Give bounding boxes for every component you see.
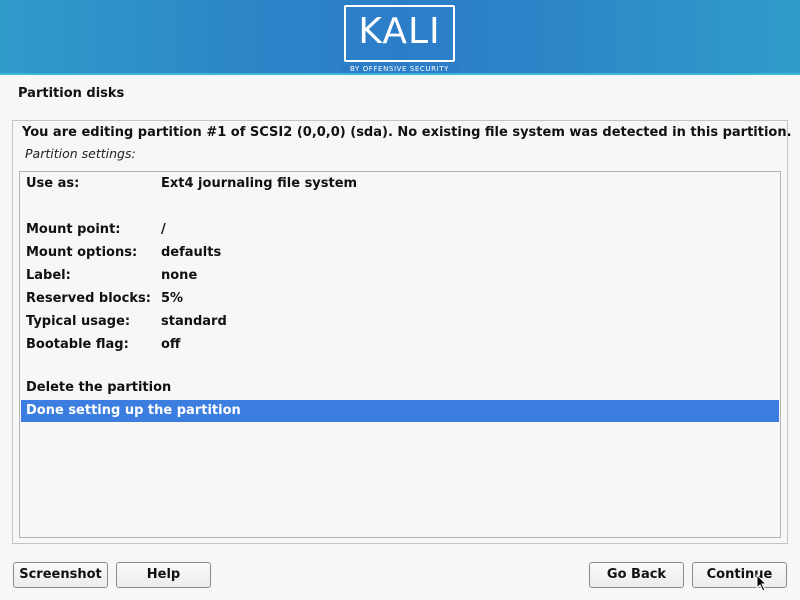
logo-text: KALI xyxy=(358,11,441,52)
setting-value: / xyxy=(161,222,166,237)
screenshot-button[interactable]: Screenshot xyxy=(13,562,108,588)
mouse-pointer-icon xyxy=(756,574,768,592)
setting-value: off xyxy=(161,337,181,352)
setting-value: standard xyxy=(161,314,227,329)
list-item-reserved-blocks[interactable]: Reserved blocks: 5% xyxy=(21,288,779,310)
description-text: You are editing partition #1 of SCSI2 (0… xyxy=(22,125,792,140)
action-label: Done setting up the partition xyxy=(26,403,241,418)
list-item-mount-point[interactable]: Mount point: / xyxy=(21,219,779,241)
list-item-done-setting-up[interactable]: Done setting up the partition xyxy=(21,400,779,422)
kali-logo: KALI BY OFFENSIVE SECURITY xyxy=(340,5,459,74)
setting-value: none xyxy=(161,268,198,283)
list-item-bootable-flag[interactable]: Bootable flag: off xyxy=(21,334,779,356)
list-item-typical-usage[interactable]: Typical usage: standard xyxy=(21,311,779,333)
banner-divider xyxy=(0,73,800,75)
setting-key: Use as: xyxy=(26,176,80,191)
page-title: Partition disks xyxy=(18,86,125,101)
list-item-label[interactable]: Label: none xyxy=(21,265,779,287)
setting-key: Label: xyxy=(26,268,71,283)
partition-settings-label: Partition settings: xyxy=(25,146,136,161)
setting-key: Reserved blocks: xyxy=(26,291,151,306)
continue-button[interactable]: Continue xyxy=(692,562,787,588)
setting-key: Mount options: xyxy=(26,245,138,260)
kali-banner: KALI BY OFFENSIVE SECURITY xyxy=(0,0,800,74)
help-button[interactable]: Help xyxy=(116,562,211,588)
setting-value: defaults xyxy=(161,245,222,260)
setting-key: Mount point: xyxy=(26,222,121,237)
setting-key: Typical usage: xyxy=(26,314,131,329)
list-item-mount-options[interactable]: Mount options: defaults xyxy=(21,242,779,264)
partition-settings-list[interactable]: Use as: Ext4 journaling file system Moun… xyxy=(19,171,781,538)
setting-value: Ext4 journaling file system xyxy=(161,176,358,191)
list-item-delete-partition[interactable]: Delete the partition xyxy=(21,377,779,399)
go-back-button[interactable]: Go Back xyxy=(589,562,684,588)
setting-key: Bootable flag: xyxy=(26,337,129,352)
action-label: Delete the partition xyxy=(26,380,172,395)
setting-value: 5% xyxy=(161,291,184,306)
list-item-use-as[interactable]: Use as: Ext4 journaling file system xyxy=(21,173,779,195)
